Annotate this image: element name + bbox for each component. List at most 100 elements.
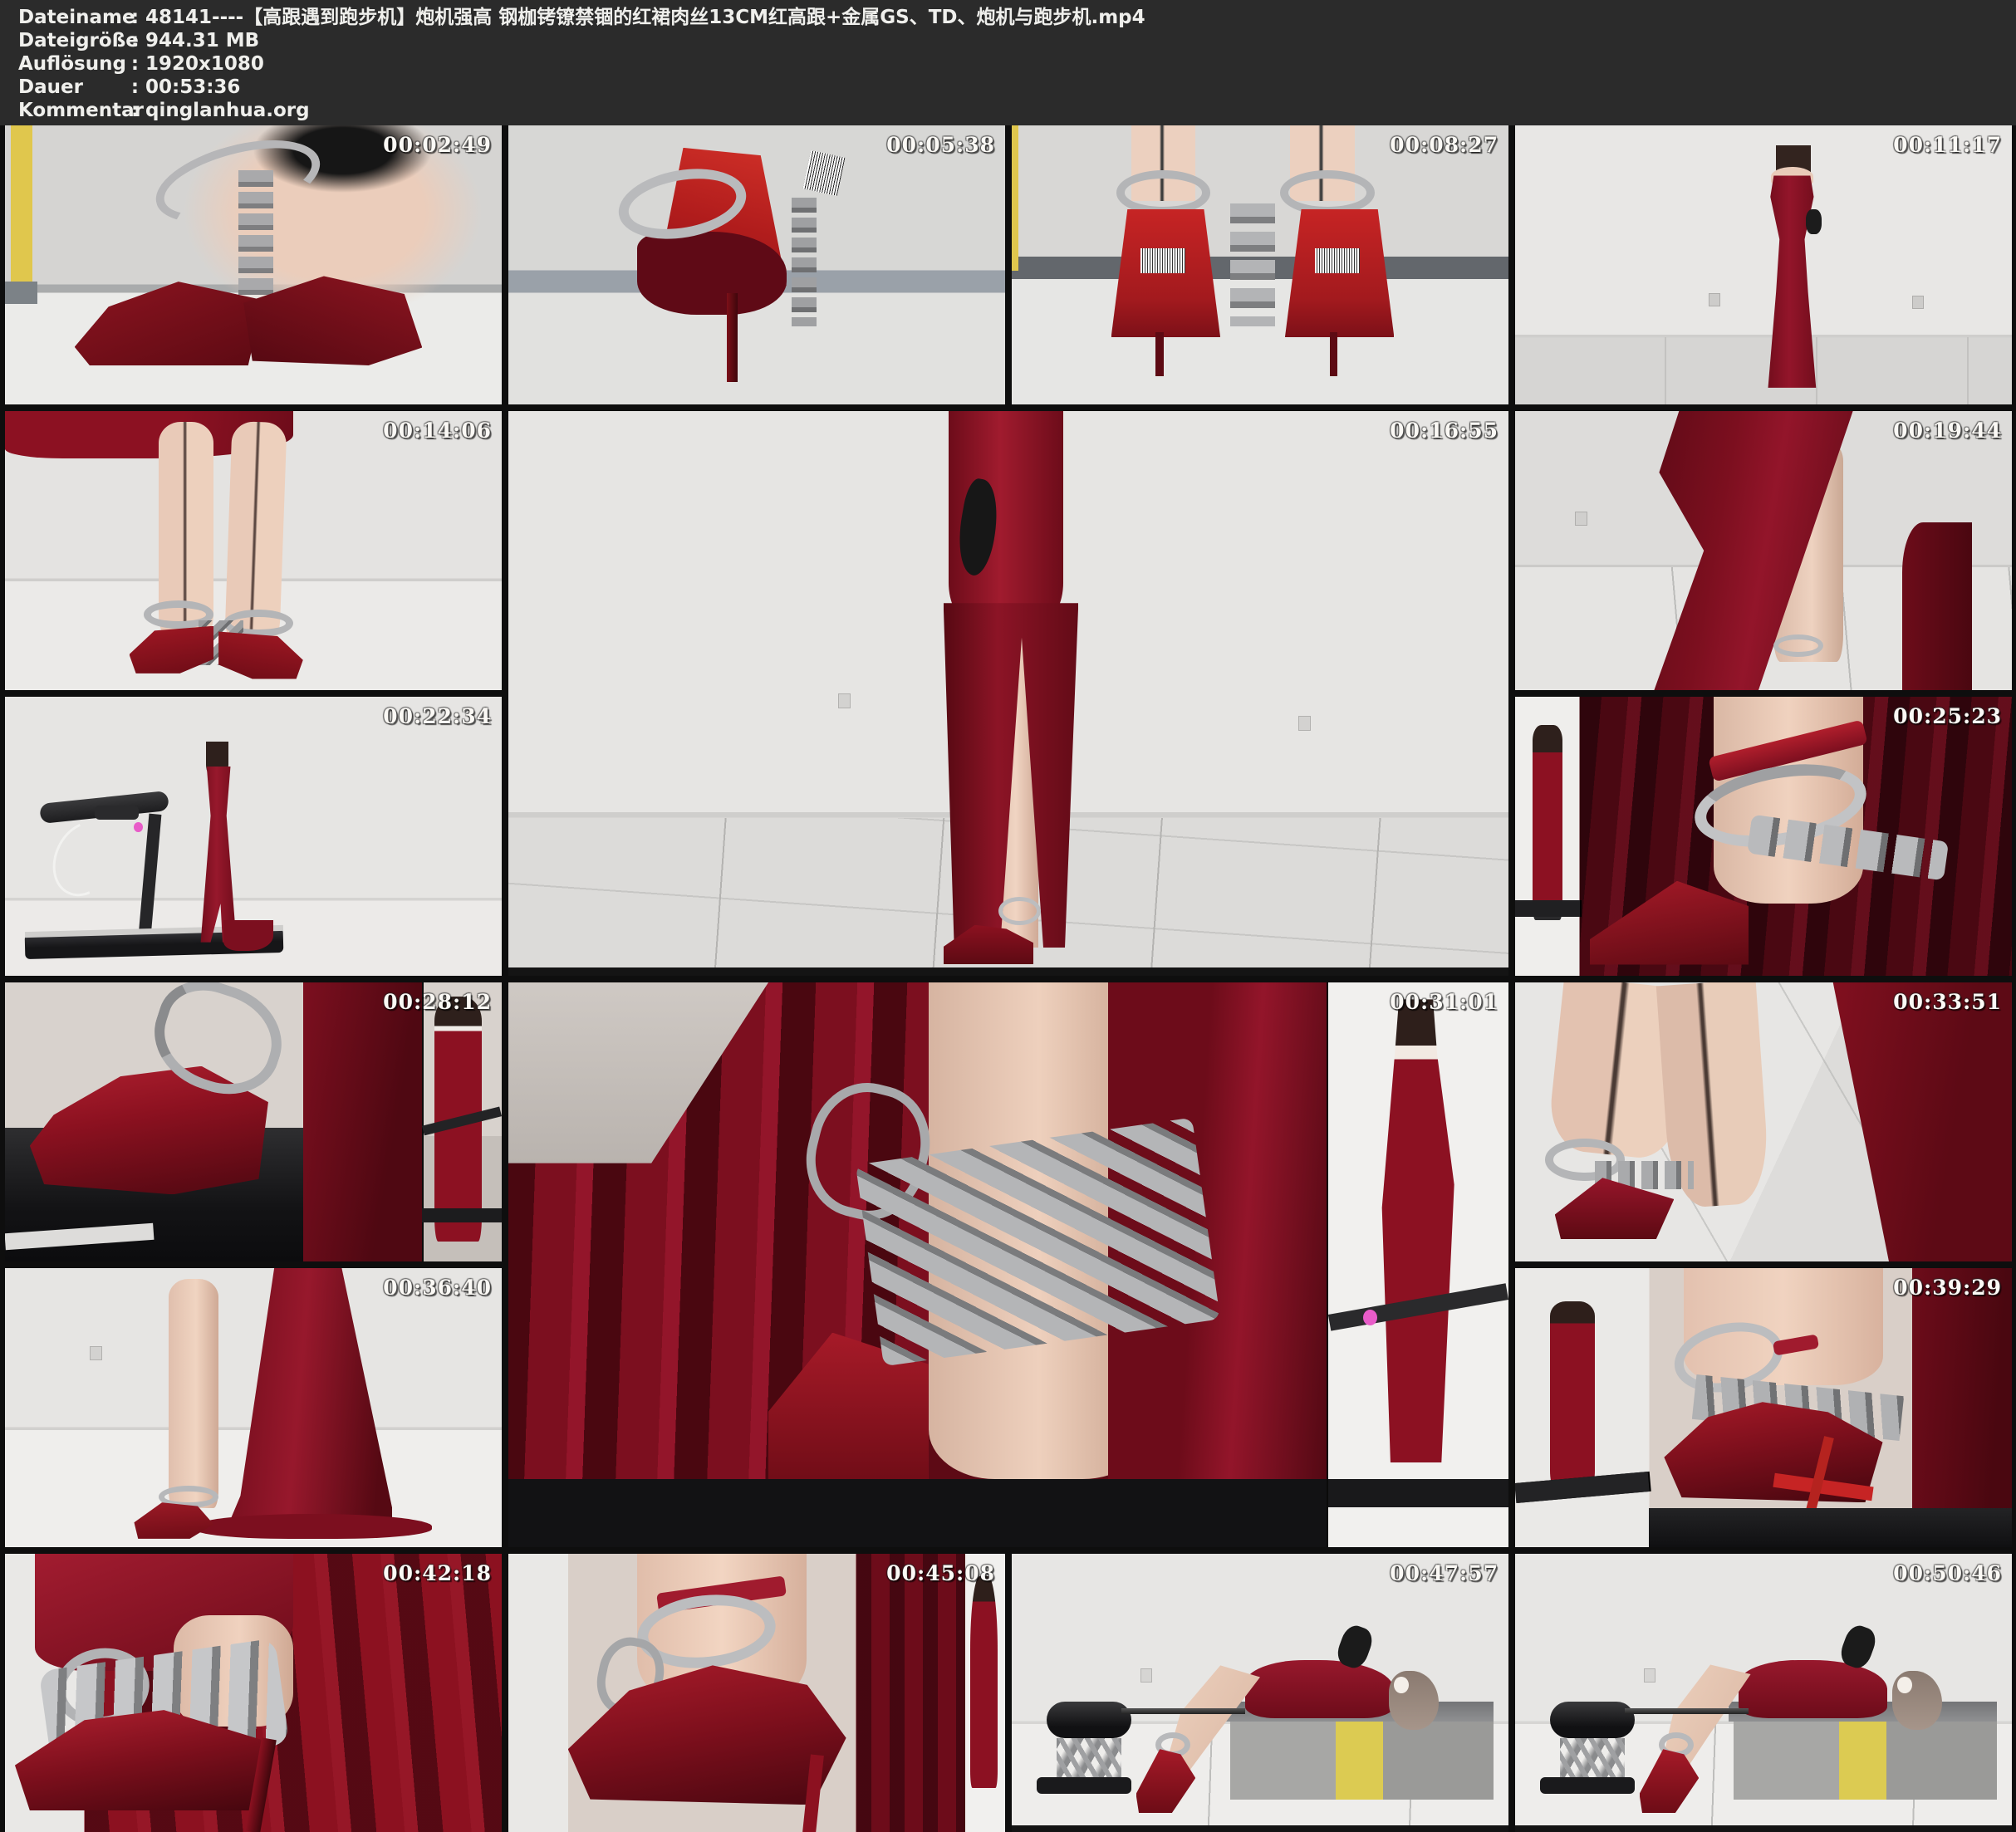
photo-shape (1140, 248, 1185, 273)
metadata-value-filesize: 944.31 MB (145, 29, 2016, 52)
photo-shape (508, 1479, 1328, 1547)
photo-shape (225, 421, 287, 640)
photo-shape (1230, 1722, 1494, 1800)
thumbnail-timestamp: 00:50:46 (1893, 1561, 2002, 1585)
thumbnail-timestamp: 00:05:38 (886, 133, 995, 157)
photo-shape (1140, 1668, 1152, 1683)
photo-shape (11, 125, 32, 282)
video-thumbnail: 00:02:49 (5, 125, 502, 404)
metadata-label: Dateigröße (18, 29, 125, 52)
video-thumbnail: 00:19:44 (1515, 411, 2012, 690)
photo-shape (1298, 716, 1311, 731)
photo-shape (1912, 296, 1924, 309)
thumbnail-timestamp: 00:39:29 (1893, 1276, 2002, 1300)
photo-shape (139, 814, 162, 938)
photo-shape (1912, 1268, 2012, 1547)
photo-shape (1116, 170, 1211, 215)
photo-shape (5, 282, 37, 304)
photo-shape (1285, 209, 1395, 338)
video-thumbnail: 00:22:34 (5, 697, 502, 976)
photo-shape (1533, 725, 1562, 920)
photo-shape (223, 1268, 392, 1536)
metadata-label: Auflösung (18, 52, 125, 76)
metadata-value-resolution: 1920x1080 (145, 52, 2016, 76)
thumbnail-timestamp: 00:22:34 (383, 704, 492, 728)
photo-shape (1806, 209, 1822, 234)
photo-shape (970, 1576, 998, 1788)
metadata-header: Dateiname : 48141----【高跟遇到跑步机】炮机强高 钢枷铐镣禁… (0, 0, 2016, 125)
photo-shape (1763, 175, 1821, 387)
photo-shape (1550, 1301, 1595, 1486)
thumbnail-timestamp: 00:11:17 (1893, 133, 2002, 157)
photo-shape (1625, 1708, 1749, 1713)
photo-shape (1037, 1777, 1131, 1794)
video-thumbnail: 00:14:06 (5, 411, 502, 690)
photo-shape (637, 232, 786, 316)
photo-shape (1047, 1702, 1131, 1738)
video-thumbnail: 00:33:51 (1515, 982, 2012, 1261)
photo-shape (1012, 125, 1018, 271)
photo-shape (303, 982, 423, 1261)
photo-shape (1644, 1668, 1655, 1683)
thumbnail-timestamp: 00:25:23 (1893, 704, 2002, 728)
photo-shape (1121, 1708, 1246, 1713)
photo-shape (1515, 1825, 2012, 1832)
photo-shape (1709, 293, 1720, 306)
photo-shape (1330, 332, 1338, 377)
video-thumbnail: 00:08:27 (1012, 125, 1508, 404)
photo-shape (218, 631, 303, 678)
video-thumbnail: 00:36:40 (5, 1268, 502, 1547)
metadata-separator: : (125, 52, 145, 76)
video-thumbnail: 00:28:12 (5, 982, 502, 1261)
photo-shape (1550, 1702, 1635, 1738)
thumbnail-timestamp: 00:14:06 (383, 419, 492, 443)
metadata-label: Dauer (18, 76, 125, 99)
photo-shape (1155, 332, 1164, 377)
thumbnail-timestamp: 00:02:49 (383, 133, 492, 157)
photo-shape (223, 920, 273, 951)
metadata-label: Dateiname (18, 6, 125, 29)
metadata-row: Dateiname : 48141----【高跟遇到跑步机】炮机强高 钢枷铐镣禁… (0, 6, 2016, 29)
photo-shape (134, 822, 143, 832)
photo-shape (1773, 634, 1823, 657)
video-thumbnail: 00:25:23 (1515, 697, 2012, 976)
thumbnail-timestamp: 00:42:18 (383, 1561, 492, 1585)
photo-shape (1057, 1738, 1121, 1783)
thumbnail-timestamp: 00:08:27 (1390, 133, 1499, 157)
photo-shape (1649, 1508, 2012, 1547)
thumbnail-timestamp: 00:16:55 (1390, 419, 1499, 443)
metadata-row: Dauer : 00:53:36 (0, 76, 2016, 99)
photo-shape (90, 1346, 102, 1360)
photo-shape (838, 693, 851, 708)
photo-shape (1734, 1722, 1997, 1800)
thumbnail-timestamp: 00:47:57 (1390, 1561, 1499, 1585)
photo-shape (1230, 203, 1275, 326)
video-thumbnail: 00:47:57 (1012, 1554, 1508, 1832)
video-thumbnail-large: 00:31:01 (508, 982, 1508, 1547)
thumbnail-timestamp: 00:28:12 (383, 990, 492, 1014)
thumbnail-timestamp: 00:19:44 (1893, 419, 2002, 443)
photo-shape (1739, 1660, 1887, 1719)
metadata-separator: : (125, 29, 145, 52)
metadata-row: Dateigröße : 944.31 MB (0, 29, 2016, 52)
video-thumbnail: 00:42:18 (5, 1554, 502, 1832)
photo-shape (802, 150, 845, 196)
photo-shape (95, 806, 140, 820)
metadata-value-duration: 00:53:36 (145, 76, 2016, 99)
metadata-value-comment: qinglanhua.org (145, 99, 2016, 122)
photo-shape (199, 767, 238, 943)
photo-shape (727, 293, 738, 383)
video-thumbnail: 00:45:08 (508, 1554, 1005, 1832)
thumbnail-timestamp: 00:31:01 (1390, 990, 1499, 1014)
thumbnail-timestamp: 00:45:08 (886, 1561, 995, 1585)
photo-shape (1560, 1738, 1625, 1783)
photo-shape (1515, 900, 1580, 917)
photo-shape (508, 967, 1508, 976)
video-contact-sheet: Dateiname : 48141----【高跟遇到跑步机】炮机强高 钢枷铐镣禁… (0, 0, 2016, 1832)
photo-shape (1245, 1660, 1394, 1719)
metadata-separator: : (125, 76, 145, 99)
photo-shape (1111, 209, 1221, 338)
photo-shape (169, 1279, 218, 1508)
video-thumbnail-large: 00:16:55 (508, 411, 1508, 976)
video-thumbnail: 00:11:17 (1515, 125, 2012, 404)
